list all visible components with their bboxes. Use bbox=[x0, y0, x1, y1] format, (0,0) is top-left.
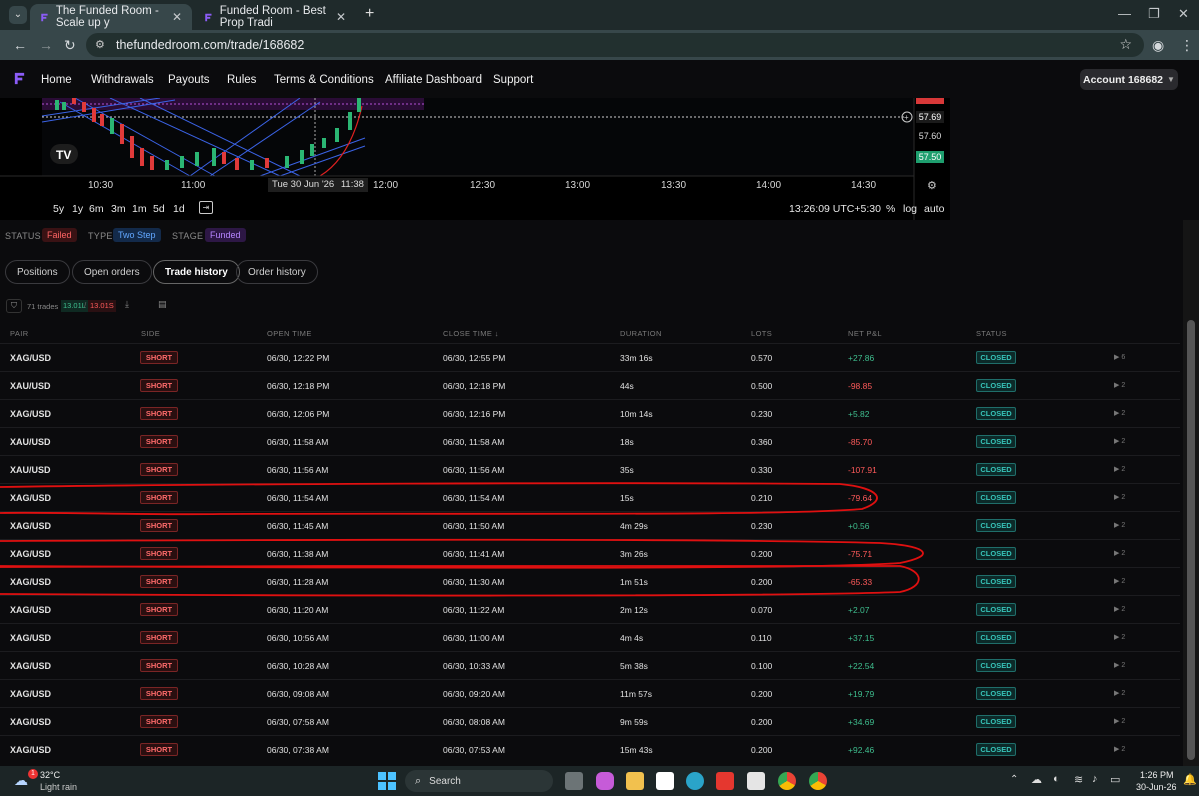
clock-date[interactable]: 30-Jun-26 bbox=[1136, 782, 1177, 792]
store-icon[interactable] bbox=[656, 772, 674, 790]
search-icon: ⌕ bbox=[415, 774, 422, 787]
weather-icon[interactable]: ☁ bbox=[14, 772, 28, 789]
page-scrollbar[interactable] bbox=[1183, 220, 1199, 766]
task-view-icon[interactable] bbox=[565, 772, 583, 790]
weather-badge: 1 bbox=[28, 769, 38, 779]
onedrive-icon[interactable]: ☁ bbox=[1031, 773, 1042, 786]
chrome-profile-icon[interactable] bbox=[809, 772, 827, 790]
tray-chevron-icon[interactable]: ⌃ bbox=[1010, 774, 1018, 785]
annotation-circle bbox=[0, 538, 924, 569]
file-explorer-icon[interactable] bbox=[626, 772, 644, 790]
start-icon[interactable] bbox=[378, 772, 396, 790]
chrome-icon[interactable] bbox=[778, 772, 796, 790]
weather-temp: 32°C bbox=[40, 770, 61, 780]
scrollbar-thumb[interactable] bbox=[1187, 320, 1195, 760]
windows-taskbar: ☁ 1 32°C Light rain ⌕ Search ⌃ ☁ ◐ ≋ ♪ ▭… bbox=[0, 766, 1199, 796]
search-label: Search bbox=[429, 775, 461, 787]
annotation-circle bbox=[0, 564, 920, 597]
annotation-circle bbox=[0, 482, 878, 516]
wifi-icon[interactable]: ≋ bbox=[1074, 773, 1083, 786]
notification-bell-icon[interactable]: 🔔 bbox=[1183, 773, 1197, 786]
edge-icon[interactable] bbox=[686, 772, 704, 790]
battery-icon[interactable]: ▭ bbox=[1110, 773, 1120, 786]
taskbar-search[interactable]: ⌕ Search bbox=[405, 770, 553, 792]
weather-desc: Light rain bbox=[40, 782, 78, 792]
notes-app-icon[interactable] bbox=[747, 772, 765, 790]
wps-icon[interactable] bbox=[716, 772, 734, 790]
volume-icon[interactable]: ♪ bbox=[1092, 773, 1098, 785]
clock-time[interactable]: 1:26 PM bbox=[1140, 770, 1174, 780]
copilot-icon[interactable] bbox=[596, 772, 614, 790]
annotation-overlay bbox=[0, 482, 924, 597]
tray-app-icon[interactable]: ◐ bbox=[1053, 773, 1060, 785]
